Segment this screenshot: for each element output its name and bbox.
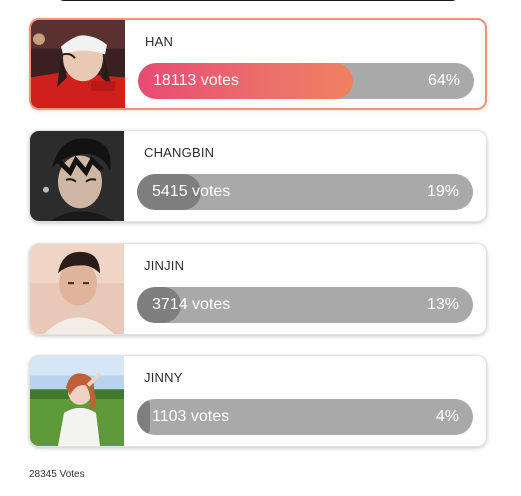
vote-bar-fill [137,399,151,435]
candidate-name: CHANGBIN [144,145,215,160]
top-panel-edge [57,0,459,1]
candidate-photo [30,356,124,446]
candidate-photo [30,244,124,334]
candidate-name: JINNY [144,370,183,385]
candidate-photo [30,131,124,221]
vote-percent: 13% [426,296,459,313]
vote-bar: 5415 votes 19% [137,174,473,210]
total-votes: 28345 Votes [29,469,85,480]
candidate-name: HAN [145,34,174,49]
vote-bar: 3714 votes 13% [137,287,473,323]
vote-count: 1103 votes [152,408,230,425]
vote-percent: 19% [426,183,459,200]
vote-count: 3714 votes [152,296,231,313]
vote-percent: 4% [435,408,459,425]
vote-count: 18113 votes [153,72,239,89]
poll-option-jinny[interactable]: JINNY 1103 votes 4% [29,355,487,447]
vote-bar: 1103 votes 4% [137,399,473,435]
vote-percent: 64% [427,72,460,89]
poll-option-changbin[interactable]: CHANGBIN 5415 votes 19% [29,130,487,222]
poll-option-han[interactable]: HAN 18113 votes 64% [29,18,487,110]
candidate-name: JINJIN [144,258,185,273]
vote-count: 5415 votes [152,183,231,200]
poll-option-jinjin[interactable]: JINJIN 3714 votes 13% [29,243,487,335]
vote-bar: 18113 votes 64% [138,63,474,99]
candidate-photo [31,20,125,108]
